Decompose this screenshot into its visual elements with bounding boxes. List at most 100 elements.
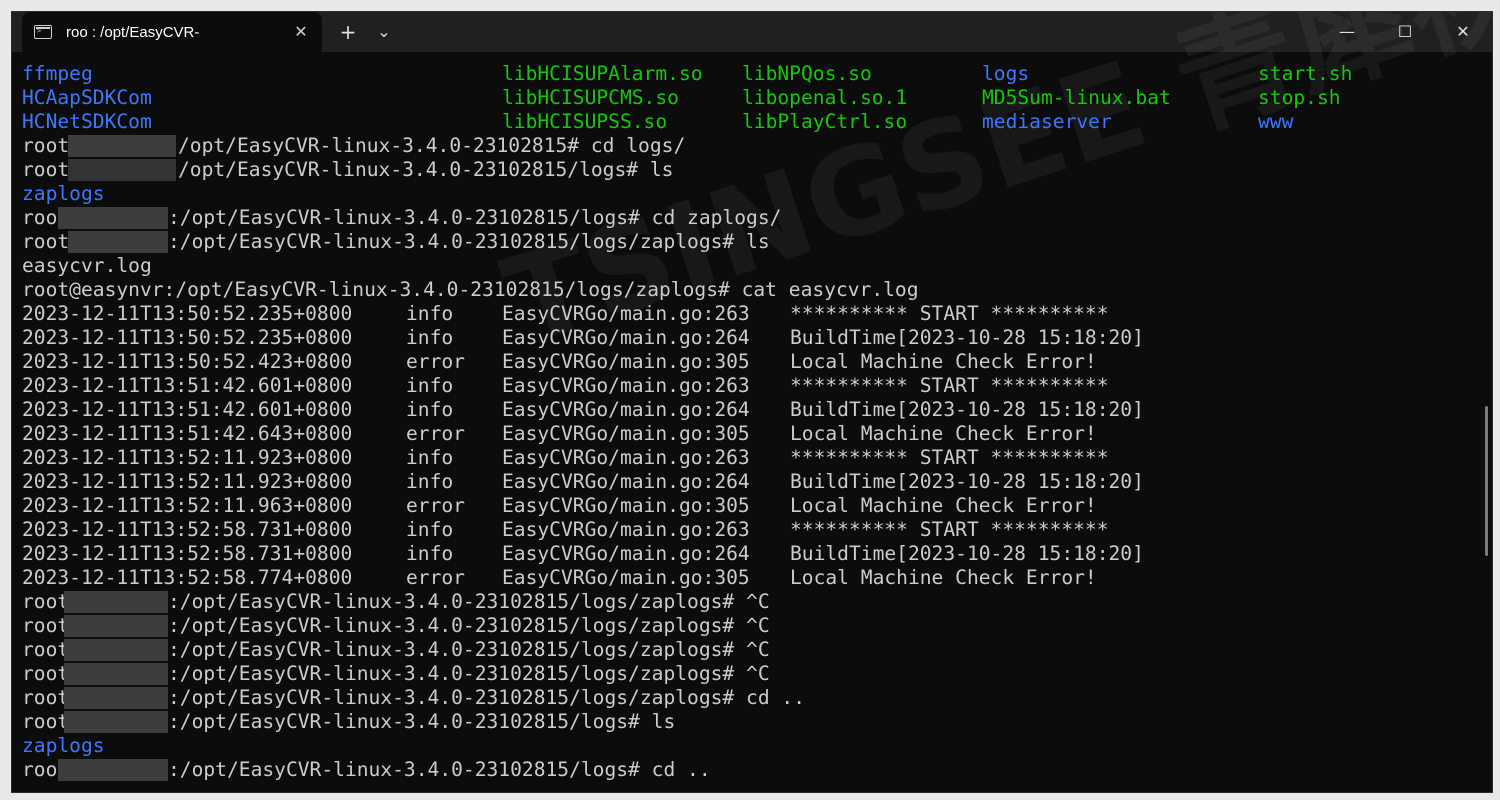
prompt-line: root@easynvr:/opt/EasyCVR-linux-3.4.0-23… (22, 278, 1492, 302)
log-output: 2023-12-11T13:50:52.235+0800 info EasyCVRG… (22, 302, 1492, 590)
prompt-text: :/opt/EasyCVR-linux-3.4.0-23102815/logs/… (168, 590, 770, 613)
log-source: EasyCVRGo/main.go:263 (502, 446, 750, 469)
prompt-history: root :/opt/EasyCVR-linux-3.4.0-23102815/l… (22, 590, 1492, 734)
prompt-text: :/opt/EasyCVR-linux-3.4.0-23102815/logs#… (168, 758, 711, 781)
listing-cell: logs (982, 62, 1030, 85)
prompt-line: root /opt/EasyCVR-linux-3.4.0-23102815/l… (22, 158, 1492, 182)
listing-cell: libPlayCtrl.so (742, 110, 908, 133)
prompt-line: root :/opt/EasyCVR-linux-3.4.0-23102815/l… (22, 710, 1492, 734)
log-level: info (406, 302, 454, 325)
log-timestamp: 2023-12-11T13:51:42.601+0800 (22, 398, 353, 421)
terminal-output[interactable]: TSINGSEE 青犀视频 ffmpeg libHCISUPAlarm.so l… (12, 12, 1492, 792)
log-timestamp: 2023-12-11T13:52:11.923+0800 (22, 446, 353, 469)
log-entry: 2023-12-11T13:50:52.423+0800 error EasyCVR… (22, 350, 1492, 374)
redacted-hostname (64, 639, 168, 661)
maximize-button[interactable]: ☐ (1376, 12, 1434, 52)
log-source: EasyCVRGo/main.go:305 (502, 494, 750, 517)
log-level: info (406, 374, 454, 397)
log-source: EasyCVRGo/main.go:263 (502, 302, 750, 325)
scrollbar-thumb[interactable] (1485, 406, 1488, 556)
log-entry: 2023-12-11T13:51:42.643+0800 error EasyCVR… (22, 422, 1492, 446)
log-message: ********** START ********** (790, 518, 1109, 541)
redacted-hostname (68, 135, 176, 157)
redacted-hostname (64, 687, 168, 709)
log-timestamp: 2023-12-11T13:51:42.643+0800 (22, 422, 353, 445)
log-timestamp: 2023-12-11T13:52:11.923+0800 (22, 470, 353, 493)
prompt-text: :/opt/EasyCVR-linux-3.4.0-23102815/logs#… (168, 710, 676, 733)
listing-cell: start.sh (1258, 62, 1353, 85)
log-source: EasyCVRGo/main.go:263 (502, 518, 750, 541)
log-message: Local Machine Check Error! (790, 566, 1097, 589)
prompt-user: root (22, 158, 70, 181)
prompt-user: root (22, 590, 70, 613)
listing-cell: libHCISUPAlarm.so (502, 62, 703, 85)
log-entry: 2023-12-11T13:50:52.235+0800 info EasyCVRG… (22, 326, 1492, 350)
prompt-text: :/opt/EasyCVR-linux-3.4.0-23102815/logs/… (168, 662, 770, 685)
log-message: ********** START ********** (790, 374, 1109, 397)
terminal-window: roo : /opt/EasyCVR- ✕ + ⌄ — ☐ ✕ TSINGSEE… (12, 12, 1492, 792)
log-level: error (406, 350, 465, 373)
log-timestamp: 2023-12-11T13:52:11.963+0800 (22, 494, 353, 517)
prompt-user: root (22, 230, 70, 253)
listing-row: HCAapSDKCom libHCISUPCMS.so libopenal.so… (22, 86, 1492, 110)
close-button[interactable]: ✕ (1434, 12, 1492, 52)
log-entry: 2023-12-11T13:52:58.774+0800 error EasyCVR… (22, 566, 1492, 590)
prompt-user: roo (22, 758, 58, 781)
listing-cell: MD5Sum-linux.bat (982, 86, 1171, 109)
listing-cell: www (1258, 110, 1294, 133)
prompt-line: root:/opt/EasyCVR-linux-3.4.0-23102815/l… (22, 614, 1492, 638)
log-entry: 2023-12-11T13:52:58.731+0800 info EasyCVRG… (22, 542, 1492, 566)
prompt-line: root /opt/EasyCVR-linux-3.4.0-23102815# … (22, 134, 1492, 158)
redacted-hostname (64, 591, 168, 613)
prompt-line: root :/opt/EasyCVR-linux-3.4.0-23102815/l… (22, 590, 1492, 614)
listing-row: HCNetSDKCom libHCISUPSS.so libPlayCtrl.s… (22, 110, 1492, 134)
prompt-text: :/opt/EasyCVR-linux-3.4.0-23102815/logs#… (168, 206, 782, 229)
listing-cell: stop.sh (1258, 86, 1341, 109)
log-message: Local Machine Check Error! (790, 494, 1097, 517)
listing-row: ffmpeg libHCISUPAlarm.so libNPQos.so log… (22, 62, 1492, 86)
log-level: info (406, 470, 454, 493)
log-entry: 2023-12-11T13:52:58.731+0800 info EasyCVRG… (22, 518, 1492, 542)
log-message: Local Machine Check Error! (790, 422, 1097, 445)
prompt-user: roo (22, 206, 58, 229)
log-entry: 2023-12-11T13:52:11.923+0800 info EasyCVRG… (22, 446, 1492, 470)
log-source: EasyCVRGo/main.go:305 (502, 422, 750, 445)
log-level: info (406, 326, 454, 349)
new-tab-button[interactable]: + (332, 18, 364, 46)
prompt-user: root (22, 686, 70, 709)
redacted-hostname (58, 207, 168, 229)
log-message: BuildTime[2023-10-28 15:18:20] (790, 326, 1144, 349)
log-level: info (406, 446, 454, 469)
listing-cell: ffmpeg (22, 62, 93, 85)
prompt-line: root:/opt/EasyCVR-linux-3.4.0-23102815/l… (22, 686, 1492, 710)
prompt-line: roo :/opt/EasyCVR-linux-3.4.0-23102815/l… (22, 206, 1492, 230)
redacted-hostname (64, 615, 168, 637)
log-timestamp: 2023-12-11T13:50:52.235+0800 (22, 326, 353, 349)
prompt-line: root :/opt/EasyCVR-linux-3.4.0-23102815/l… (22, 662, 1492, 686)
prompt-text: :/opt/EasyCVR-linux-3.4.0-23102815/logs/… (168, 614, 770, 637)
tab-terminal[interactable]: roo : /opt/EasyCVR- ✕ (22, 12, 322, 52)
log-entry: 2023-12-11T13:51:42.601+0800 info EasyCVRG… (22, 398, 1492, 422)
prompt-user: root (22, 710, 70, 733)
log-message: ********** START ********** (790, 446, 1109, 469)
tab-close-icon[interactable]: ✕ (290, 21, 312, 43)
log-timestamp: 2023-12-11T13:51:42.601+0800 (22, 374, 353, 397)
log-message: BuildTime[2023-10-28 15:18:20] (790, 542, 1144, 565)
prompt-user: root (22, 662, 70, 685)
log-level: error (406, 494, 465, 517)
list-item: easycvr.log (22, 254, 1492, 278)
directory-name: zaplogs (22, 182, 105, 205)
chevron-down-icon[interactable]: ⌄ (368, 18, 400, 46)
redacted-hostname (64, 663, 168, 685)
minimize-button[interactable]: — (1318, 12, 1376, 52)
log-source: EasyCVRGo/main.go:264 (502, 398, 750, 421)
log-entry: 2023-12-11T13:50:52.235+0800 info EasyCVRG… (22, 302, 1492, 326)
log-message: BuildTime[2023-10-28 15:18:20] (790, 398, 1144, 421)
log-message: Local Machine Check Error! (790, 350, 1097, 373)
prompt-text: /opt/EasyCVR-linux-3.4.0-23102815# cd lo… (178, 134, 686, 157)
prompt-user: root (22, 134, 70, 157)
log-source: EasyCVRGo/main.go:264 (502, 326, 750, 349)
log-entry: 2023-12-11T13:52:11.963+0800 error EasyCVR… (22, 494, 1492, 518)
log-source: EasyCVRGo/main.go:263 (502, 374, 750, 397)
listing-cell: HCNetSDKCom (22, 110, 152, 133)
